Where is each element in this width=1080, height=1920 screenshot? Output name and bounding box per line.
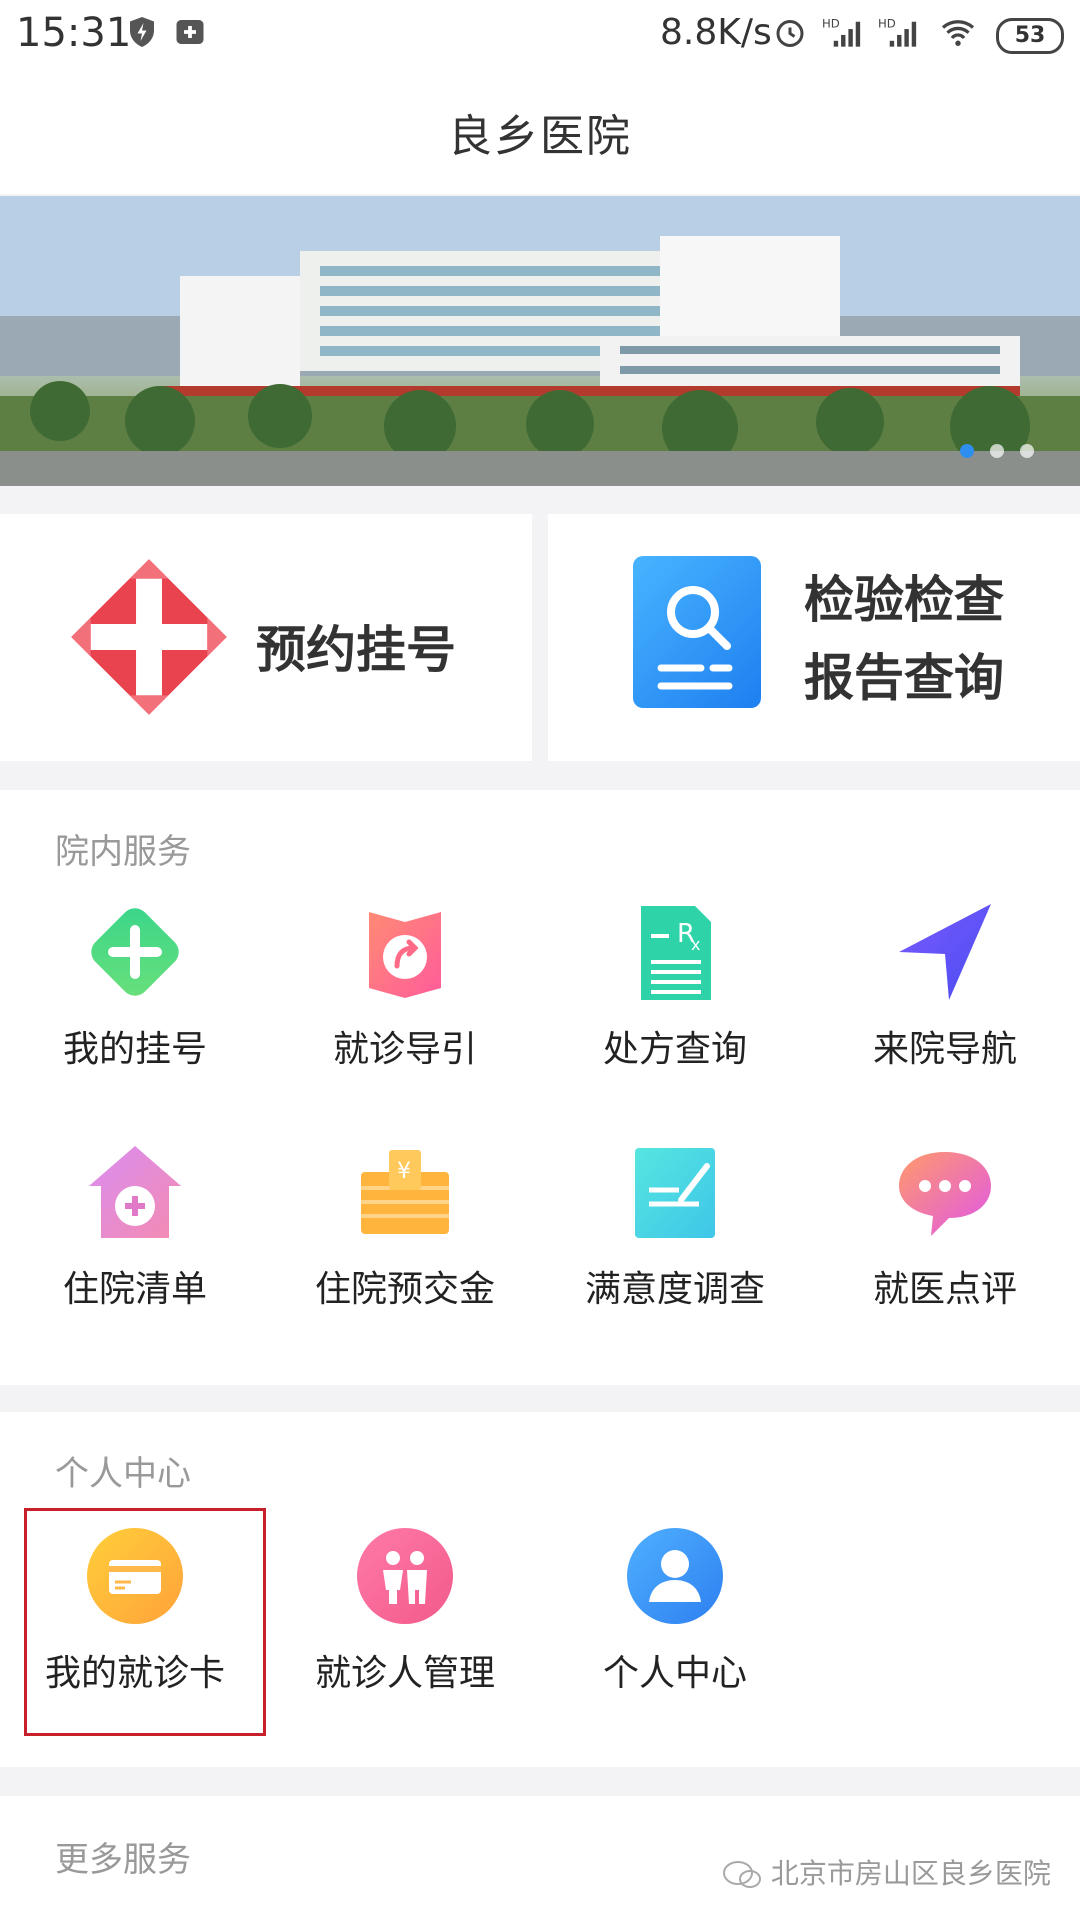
navigation-arrow-icon: [899, 904, 991, 1000]
prescription-query-label: 处方查询: [602, 1029, 747, 1070]
satisfaction-survey-item[interactable]: 满意度调查: [540, 1142, 810, 1312]
network-speed: 8.8K/s: [660, 12, 772, 53]
prescription-query-item[interactable]: R x 处方查询: [540, 902, 810, 1072]
report-label-line1: 检验检查: [804, 571, 1004, 629]
people-icon: [357, 1528, 453, 1624]
battery-indicator: 53: [996, 18, 1064, 54]
appointment-card[interactable]: 预约挂号: [0, 514, 532, 761]
inpatient-list-item[interactable]: 住院清单: [0, 1142, 270, 1312]
plus-box-icon: [176, 20, 204, 44]
patient-management-item[interactable]: 就诊人管理: [270, 1526, 540, 1696]
selection-highlight-box: [24, 1508, 266, 1736]
page-title: 良乡医院: [448, 111, 632, 162]
carousel-dot[interactable]: [990, 444, 1004, 458]
chat-bubble-icon: [899, 1152, 991, 1236]
svg-text:HD: HD: [878, 17, 896, 31]
visit-guide-item[interactable]: 就诊导引: [270, 902, 540, 1072]
signal-hd-2-icon: HD: [878, 17, 917, 47]
inhouse-services-section: 院内服务 我的挂号 就诊导引 R x 处方查询 来院导航 住院清单 ¥ 住院预交…: [0, 790, 1080, 1385]
report-query-card[interactable]: 检验检查 报告查询: [548, 514, 1080, 761]
watermark: 北京市房山区良乡医院: [722, 1852, 1051, 1892]
hospital-banner[interactable]: [0, 196, 1080, 486]
satisfaction-survey-label: 满意度调查: [584, 1269, 765, 1310]
shield-bolt-icon: [130, 17, 154, 47]
hospital-building-image: [0, 196, 1080, 486]
survey-icon: [635, 1148, 715, 1238]
visit-guide-label: 就诊导引: [332, 1029, 477, 1070]
status-time: 15:31: [16, 10, 132, 56]
my-registration-item[interactable]: 我的挂号: [0, 902, 270, 1072]
hospital-navigation-label: 来院导航: [872, 1029, 1017, 1070]
personal-center-title: 个人中心: [55, 1454, 191, 1494]
wechat-icon: [723, 1861, 761, 1888]
personal-center-item[interactable]: 个人中心: [540, 1526, 810, 1696]
personal-center-label: 个人中心: [602, 1653, 747, 1694]
svg-text:HD: HD: [822, 17, 840, 31]
report-search-icon: [633, 556, 761, 708]
personal-center-section: 个人中心 我的就诊卡 就诊人管理 个人中心: [0, 1412, 1080, 1767]
inpatient-deposit-item[interactable]: ¥ 住院预交金: [270, 1142, 540, 1312]
more-services-title: 更多服务: [55, 1840, 191, 1880]
carousel-dot-active[interactable]: [960, 444, 974, 458]
report-label-line2: 报告查询: [804, 649, 1004, 707]
house-plus-icon: [89, 1146, 181, 1238]
svg-text:¥: ¥: [397, 1159, 411, 1184]
user-icon: [627, 1528, 723, 1624]
svg-text:x: x: [691, 935, 700, 954]
medical-review-label: 就医点评: [872, 1269, 1017, 1310]
my-registration-label: 我的挂号: [62, 1029, 207, 1070]
appointment-label: 预约挂号: [256, 621, 456, 679]
signal-hd-1-icon: HD: [822, 17, 861, 47]
inhouse-services-title: 院内服务: [55, 832, 191, 872]
more-services-section: 更多服务 北京市房山区良乡医院: [0, 1796, 1080, 1920]
money-stack-icon: ¥: [361, 1150, 449, 1234]
wifi-icon: [941, 20, 975, 46]
alarm-icon: [776, 20, 804, 47]
status-bar: 15:31 8.8K/s HD HD 53: [0, 0, 1080, 70]
green-plus-icon: [91, 908, 179, 996]
inpatient-list-label: 住院清单: [62, 1269, 207, 1310]
watermark-text: 北京市房山区良乡医院: [770, 1857, 1051, 1890]
medical-review-item[interactable]: 就医点评: [810, 1142, 1080, 1312]
appointment-cross-icon: [71, 559, 227, 715]
guide-icon: [369, 912, 441, 998]
inpatient-deposit-label: 住院预交金: [314, 1269, 495, 1310]
prescription-icon: R x: [641, 906, 711, 1000]
patient-management-label: 就诊人管理: [314, 1653, 495, 1694]
app-header: 良乡医院: [0, 70, 1080, 194]
carousel-dot[interactable]: [1020, 444, 1034, 458]
hospital-navigation-item[interactable]: 来院导航: [810, 902, 1080, 1072]
